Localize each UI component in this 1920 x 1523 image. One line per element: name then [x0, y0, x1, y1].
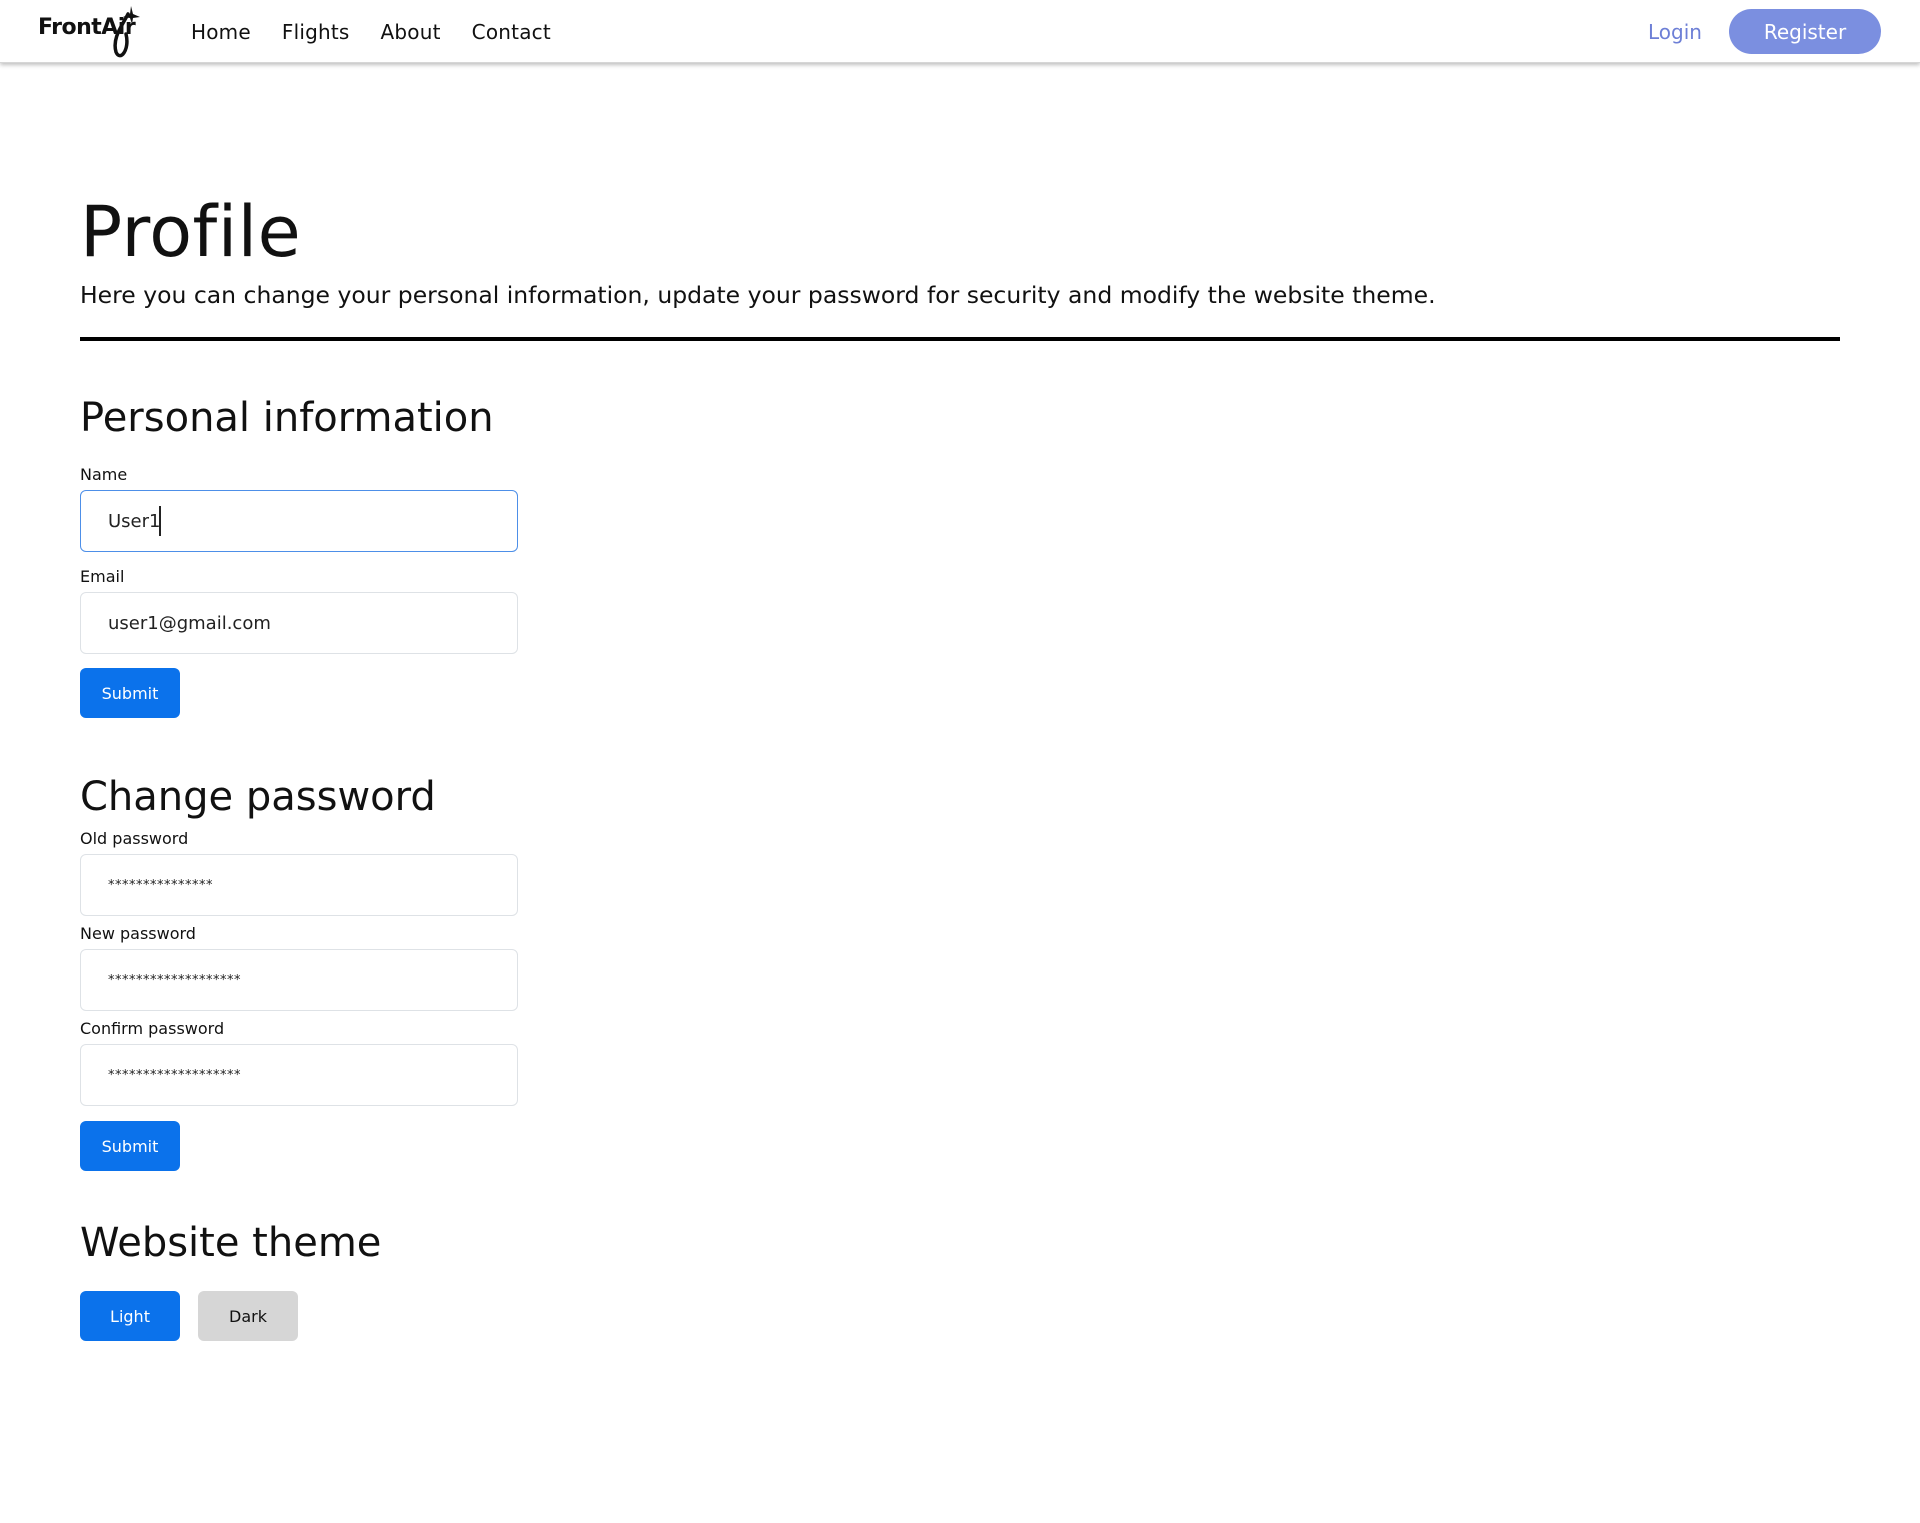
- main-nav: Home Flights About Contact: [191, 18, 582, 46]
- theme-dark-button[interactable]: Dark: [198, 1291, 298, 1341]
- new-password-label: New password: [80, 924, 196, 943]
- personal-info-title: Personal information: [80, 395, 494, 441]
- section-divider: [80, 337, 1840, 341]
- frontair-logo[interactable]: FrontAir: [38, 4, 148, 60]
- top-navbar: FrontAir Home Flights About Contact Logi…: [0, 0, 1920, 63]
- old-password-label: Old password: [80, 829, 189, 848]
- login-link[interactable]: Login: [1648, 18, 1702, 46]
- nav-contact-link[interactable]: Contact: [472, 18, 551, 46]
- nav-home-link[interactable]: Home: [191, 18, 251, 46]
- page-intro: Here you can change your personal inform…: [80, 281, 1436, 309]
- change-password-title: Change password: [80, 774, 436, 820]
- page-title: Profile: [80, 191, 302, 273]
- old-password-input[interactable]: [80, 854, 518, 916]
- change-password-submit-button[interactable]: Submit: [80, 1121, 180, 1171]
- name-label: Name: [80, 465, 128, 484]
- confirm-password-input[interactable]: [80, 1044, 518, 1106]
- website-theme-title: Website theme: [80, 1220, 382, 1266]
- airplane-logo-icon: [113, 6, 140, 58]
- text-caret: [159, 506, 161, 536]
- name-field-wrap: [80, 490, 518, 552]
- register-button[interactable]: Register: [1729, 9, 1881, 54]
- email-label: Email: [80, 567, 125, 586]
- nav-flights-link[interactable]: Flights: [282, 18, 350, 46]
- new-password-input[interactable]: [80, 949, 518, 1011]
- confirm-password-label: Confirm password: [80, 1019, 225, 1038]
- personal-info-submit-button[interactable]: Submit: [80, 668, 180, 718]
- email-input[interactable]: [80, 592, 518, 654]
- theme-light-button[interactable]: Light: [80, 1291, 180, 1341]
- nav-about-link[interactable]: About: [381, 18, 441, 46]
- name-input[interactable]: [80, 490, 518, 552]
